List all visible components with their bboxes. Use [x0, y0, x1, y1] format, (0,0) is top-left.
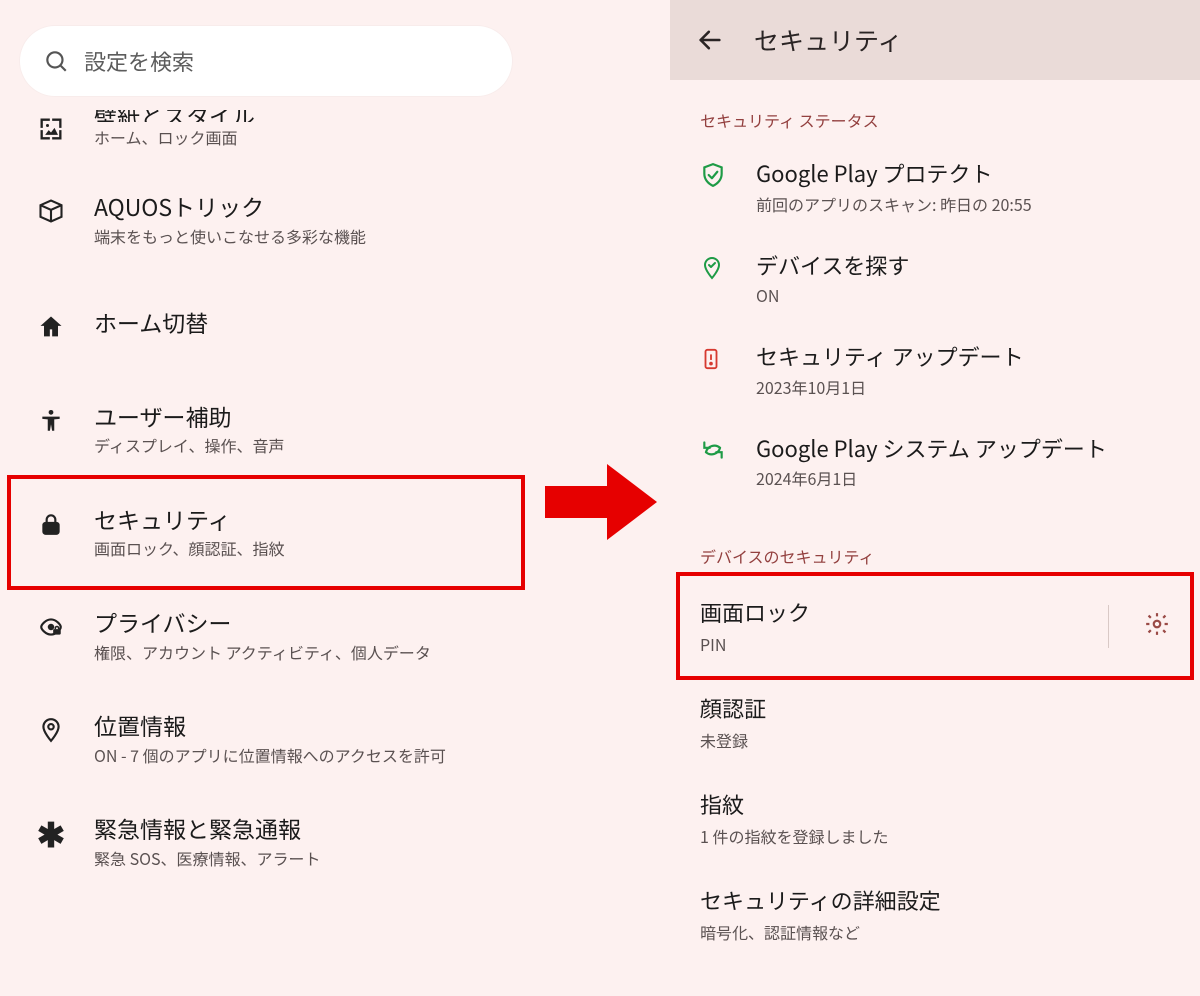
status-item-sub: 前回のアプリのスキャン: 昨日の 20:55 — [756, 192, 1032, 216]
list-item-sub: 権限、アカウント アクティビティ、個人データ — [94, 641, 502, 663]
divider — [1108, 605, 1109, 648]
device-item-sub: PIN — [700, 632, 1110, 656]
refresh-icon — [700, 437, 726, 463]
phone-alert-icon — [700, 345, 726, 371]
list-item[interactable]: 位置情報 ON - 7 個のアプリに位置情報へのアクセスを許可 — [0, 687, 532, 790]
device-item-title: セキュリティの詳細設定 — [700, 884, 1170, 916]
settings-panel: 設定を検索 壁紙とスタイル ホーム、ロック画面 — [0, 0, 532, 996]
arrow-icon — [545, 458, 657, 546]
shield-check-icon — [700, 162, 726, 188]
list-item-title: ホーム切替 — [94, 308, 502, 337]
list-item[interactable]: ユーザー補助 ディスプレイ、操作、音声 — [0, 378, 532, 481]
list-item-security[interactable]: セキュリティ 画面ロック、顔認証、指紋 — [0, 481, 532, 584]
app-header: セキュリティ — [670, 0, 1200, 80]
accessibility-icon — [36, 406, 66, 436]
list-item[interactable]: ホーム切替 — [0, 272, 532, 378]
search-input[interactable]: 設定を検索 — [20, 26, 512, 96]
page-title: セキュリティ — [754, 22, 903, 58]
security-panel: セキュリティ セキュリティ ステータス Google Play プロテクト 前回… — [670, 0, 1200, 996]
list-item-title: プライバシー — [94, 608, 502, 637]
gear-icon[interactable] — [1144, 611, 1170, 642]
list-item-title: 位置情報 — [94, 711, 502, 740]
status-item-sub: ON — [756, 283, 909, 307]
list-item[interactable]: AQUOSトリック 端末をもっと使いこなせる多彩な機能 — [0, 168, 532, 271]
list-item-sub: ON - 7 個のアプリに位置情報へのアクセスを許可 — [94, 744, 502, 766]
device-item-sub: 1 件の指紋を登録しました — [700, 824, 1170, 848]
status-item-title: Google Play システム アップデート — [756, 435, 1107, 463]
list-item-title: AQUOSトリック — [94, 192, 502, 221]
settings-list: 壁紙とスタイル ホーム、ロック画面 AQUOSトリック 端末をもっと使いこなせる… — [0, 108, 532, 996]
home-icon — [36, 312, 66, 342]
status-item-play-protect[interactable]: Google Play プロテクト 前回のアプリのスキャン: 昨日の 20:55 — [670, 142, 1200, 234]
status-item-sub: 2023年10月1日 — [756, 375, 1024, 399]
status-item-security-update[interactable]: セキュリティ アップデート 2023年10月1日 — [670, 325, 1200, 417]
device-item-fingerprint[interactable]: 指紋 1 件の指紋を登録しました — [670, 770, 1200, 866]
device-item-screen-lock[interactable]: 画面ロック PIN — [670, 578, 1200, 674]
device-item-title: 顔認証 — [700, 692, 1170, 724]
privacy-icon — [36, 612, 66, 642]
section-label-device: デバイスのセキュリティ — [670, 508, 1200, 578]
list-item[interactable]: 壁紙とスタイル ホーム、ロック画面 — [0, 108, 532, 168]
cube-icon — [36, 196, 66, 226]
status-item-find-device[interactable]: デバイスを探す ON — [670, 234, 1200, 326]
list-item-title: 壁紙とスタイル — [94, 110, 255, 122]
search-icon — [42, 47, 70, 75]
device-item-sub: 未登録 — [700, 728, 1170, 752]
search-placeholder: 設定を検索 — [84, 45, 194, 77]
status-item-sub: 2024年6月1日 — [756, 466, 1107, 490]
location-icon — [36, 715, 66, 745]
list-item-sub: ホーム、ロック画面 — [94, 126, 502, 148]
device-item-title: 画面ロック — [700, 596, 1110, 628]
back-button[interactable] — [690, 20, 730, 60]
list-item-sub: 画面ロック、顔認証、指紋 — [94, 537, 502, 559]
device-item-title: 指紋 — [700, 788, 1170, 820]
list-item-sub: ディスプレイ、操作、音声 — [94, 434, 502, 456]
lock-icon — [36, 509, 66, 539]
list-item-title: ユーザー補助 — [94, 402, 502, 431]
section-label-status: セキュリティ ステータス — [670, 80, 1200, 142]
device-item-sub: 暗号化、認証情報など — [700, 920, 1170, 944]
wallpaper-icon — [36, 114, 66, 144]
status-item-title: デバイスを探す — [756, 252, 909, 280]
location-check-icon — [700, 254, 726, 280]
list-item-title: 緊急情報と緊急通報 — [94, 814, 502, 843]
device-item-face[interactable]: 顔認証 未登録 — [670, 674, 1200, 770]
list-item-sub: 端末をもっと使いこなせる多彩な機能 — [94, 225, 502, 247]
list-item-title: セキュリティ — [94, 505, 502, 534]
list-item[interactable]: ✱ 緊急情報と緊急通報 緊急 SOS、医療情報、アラート — [0, 790, 532, 893]
status-item-play-system-update[interactable]: Google Play システム アップデート 2024年6月1日 — [670, 417, 1200, 509]
status-item-title: セキュリティ アップデート — [756, 343, 1024, 371]
status-item-title: Google Play プロテクト — [756, 160, 1032, 188]
list-item[interactable]: プライバシー 権限、アカウント アクティビティ、個人データ — [0, 584, 532, 687]
emergency-icon: ✱ — [36, 818, 66, 848]
device-item-advanced[interactable]: セキュリティの詳細設定 暗号化、認証情報など — [670, 866, 1200, 962]
list-item-sub: 緊急 SOS、医療情報、アラート — [94, 847, 502, 869]
